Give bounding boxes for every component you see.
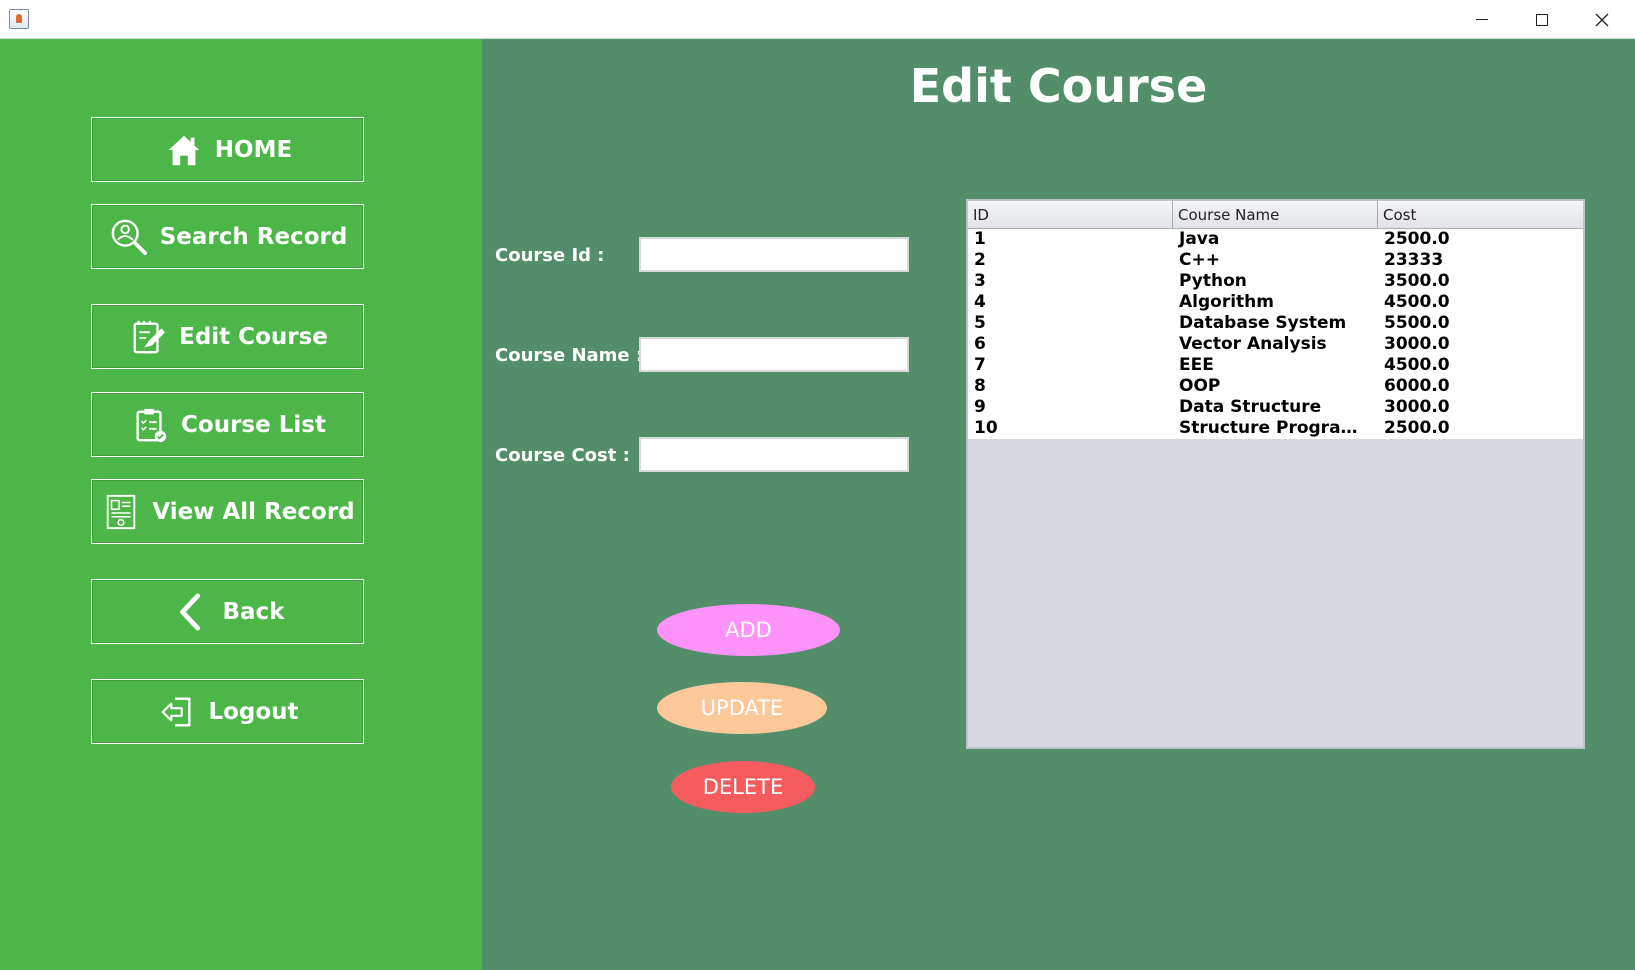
back-label: Back	[222, 598, 285, 625]
view-all-record-label: View All Record	[152, 498, 355, 525]
cell-id: 4	[974, 292, 986, 312]
cell-course-name: Java	[1179, 229, 1220, 249]
home-button[interactable]: HOME	[91, 117, 364, 182]
cell-id: 2	[974, 250, 986, 270]
table-row[interactable]: 5 Database System 5500.0	[968, 313, 1583, 334]
cell-course-name: C++	[1179, 250, 1220, 270]
table-row[interactable]: 8 OOP 6000.0	[968, 376, 1583, 397]
column-header-id[interactable]: ID	[968, 201, 1173, 229]
course-name-input[interactable]	[639, 337, 909, 372]
course-list-button[interactable]: Course List	[91, 392, 364, 457]
search-record-button[interactable]: Search Record	[91, 204, 364, 269]
record-certificate-icon	[100, 491, 142, 533]
cell-cost: 2500.0	[1384, 229, 1450, 249]
logout-button[interactable]: Logout	[91, 679, 364, 744]
cell-cost: 4500.0	[1384, 292, 1450, 312]
cell-course-name: Database System	[1179, 313, 1347, 333]
cell-course-name: EEE	[1179, 355, 1214, 375]
add-button[interactable]: ADD	[657, 604, 840, 656]
cell-id: 5	[974, 313, 986, 333]
course-name-label: Course Name :	[495, 345, 644, 366]
update-button[interactable]: UPDATE	[657, 682, 827, 734]
sidebar: HOME Search Record Edit Course Course Li…	[0, 39, 482, 970]
logout-icon	[156, 691, 198, 733]
minimize-button[interactable]	[1452, 0, 1512, 39]
search-record-label: Search Record	[159, 223, 348, 250]
cell-id: 1	[974, 229, 986, 249]
cell-cost: 4500.0	[1384, 355, 1450, 375]
close-icon	[1595, 13, 1609, 26]
cell-id: 9	[974, 397, 986, 417]
cell-course-name: OOP	[1179, 376, 1221, 396]
edit-document-icon	[127, 316, 169, 358]
cell-cost: 23333	[1384, 250, 1444, 270]
cell-id: 8	[974, 376, 986, 396]
close-button[interactable]	[1572, 0, 1632, 39]
view-all-record-button[interactable]: View All Record	[91, 479, 364, 544]
cell-course-name: Vector Analysis	[1179, 334, 1327, 354]
cell-course-name: Python	[1179, 271, 1247, 291]
cell-id: 6	[974, 334, 986, 354]
cell-cost: 3000.0	[1384, 334, 1450, 354]
java-app-icon[interactable]	[9, 9, 29, 29]
checklist-icon	[129, 404, 171, 446]
table-row[interactable]: 3 Python 3500.0	[968, 271, 1583, 292]
cell-id: 10	[974, 418, 998, 438]
cell-course-name: Algorithm	[1179, 292, 1274, 312]
cell-cost: 5500.0	[1384, 313, 1450, 333]
delete-button[interactable]: DELETE	[671, 761, 815, 813]
maximize-icon	[1536, 13, 1548, 26]
search-user-icon	[108, 216, 150, 258]
back-button[interactable]: Back	[91, 579, 364, 644]
table-row[interactable]: 10 Structure Program... 2500.0	[968, 418, 1583, 439]
table-row[interactable]: 7 EEE 4500.0	[968, 355, 1583, 376]
minimize-icon	[1476, 19, 1488, 20]
logout-label: Logout	[208, 698, 299, 725]
table-row[interactable]: 2 C++ 23333	[968, 250, 1583, 271]
cell-cost: 6000.0	[1384, 376, 1450, 396]
page-title: Edit Course	[909, 59, 1208, 113]
cell-cost: 3500.0	[1384, 271, 1450, 291]
course-list-label: Course List	[181, 411, 326, 438]
cell-id: 3	[974, 271, 986, 291]
column-header-course-name[interactable]: Course Name	[1173, 201, 1378, 229]
cell-cost: 2500.0	[1384, 418, 1450, 438]
main-panel: Edit Course Course Id : Course Name : Co…	[482, 39, 1635, 970]
course-id-label: Course Id :	[495, 245, 605, 266]
edit-course-label: Edit Course	[179, 323, 328, 350]
table-row[interactable]: 9 Data Structure 3000.0	[968, 397, 1583, 418]
course-cost-input[interactable]	[639, 437, 909, 472]
maximize-button[interactable]	[1512, 0, 1572, 39]
course-id-input[interactable]	[639, 237, 909, 272]
cell-cost: 3000.0	[1384, 397, 1450, 417]
table-row[interactable]: 4 Algorithm 4500.0	[968, 292, 1583, 313]
table-header: ID Course Name Cost	[968, 201, 1583, 229]
course-cost-label: Course Cost :	[495, 445, 630, 466]
cell-id: 7	[974, 355, 986, 375]
home-icon	[163, 129, 205, 171]
course-table[interactable]: ID Course Name Cost 1 Java 2500.0 2 C++ 2333…	[966, 199, 1585, 749]
table-body: 1 Java 2500.0 2 C++ 23333 3 Python 3500.0 4 Alg…	[968, 229, 1583, 439]
chevron-left-icon	[171, 591, 213, 633]
table-row[interactable]: 1 Java 2500.0	[968, 229, 1583, 250]
home-label: HOME	[214, 136, 293, 163]
cell-course-name: Data Structure	[1179, 397, 1322, 417]
edit-course-button[interactable]: Edit Course	[91, 304, 364, 369]
table-row[interactable]: 6 Vector Analysis 3000.0	[968, 334, 1583, 355]
window-titlebar	[0, 0, 1635, 39]
column-header-cost[interactable]: Cost	[1378, 201, 1583, 229]
cell-course-name: Structure Program...	[1179, 418, 1378, 438]
